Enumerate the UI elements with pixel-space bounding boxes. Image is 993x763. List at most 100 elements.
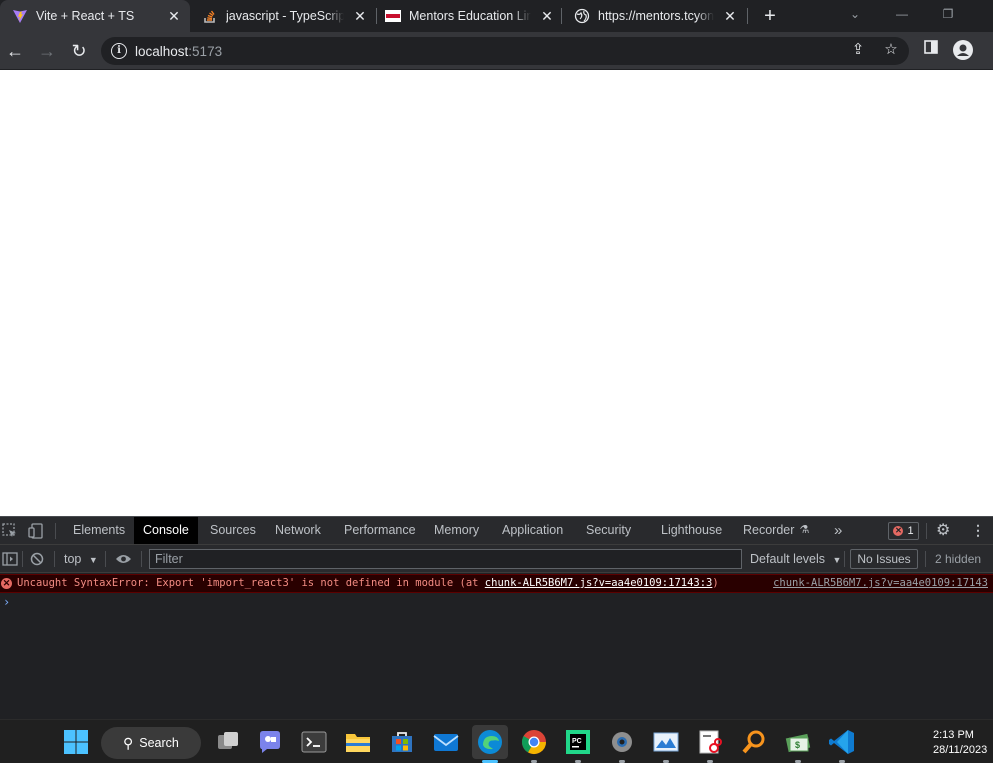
tab-title: javascript - TypeScript error in bbox=[226, 9, 344, 23]
device-toolbar-icon[interactable] bbox=[28, 523, 44, 539]
dropdown-triangle-icon: ▼ bbox=[832, 555, 842, 565]
hidden-messages-count: 2 hidden bbox=[935, 552, 982, 566]
devtools-panel: Elements Console Sources Network Perform… bbox=[0, 516, 993, 719]
mail-icon[interactable] bbox=[432, 728, 460, 756]
edge-icon[interactable] bbox=[472, 725, 508, 759]
devtools-tab-memory[interactable]: Memory bbox=[425, 517, 488, 544]
error-count-badge[interactable]: ✕ 1 bbox=[888, 522, 919, 540]
experiment-flask-icon: ⚗ bbox=[799, 524, 810, 536]
more-tabs-chevron-icon[interactable]: » bbox=[825, 517, 851, 544]
close-tab-icon[interactable]: ✕ bbox=[166, 8, 182, 24]
issues-button[interactable]: No Issues bbox=[850, 549, 918, 569]
stackoverflow-icon bbox=[202, 8, 218, 24]
profile-avatar-icon[interactable] bbox=[953, 40, 973, 60]
devtools-tab-lighthouse[interactable]: Lighthouse bbox=[652, 517, 731, 544]
toolbar-divider bbox=[105, 551, 106, 567]
tab-vite-react-ts[interactable]: Vite + React + TS ✕ bbox=[0, 0, 190, 32]
taskbar-search[interactable]: ⚲ Search bbox=[101, 727, 201, 759]
live-expression-eye-icon[interactable] bbox=[115, 545, 132, 573]
console-toolbar: top ▼ Filter Default levels ▼ No Issues … bbox=[0, 545, 993, 573]
inspect-element-icon[interactable] bbox=[2, 523, 18, 539]
browser-toolbar: ← → ↻ i localhost:5173 ⇪ ☆ bbox=[0, 32, 993, 70]
error-message-text: Uncaught SyntaxError: Export 'import_rea… bbox=[17, 577, 485, 589]
devtools-tab-bar: Elements Console Sources Network Perform… bbox=[0, 517, 993, 545]
tab-tcyonline[interactable]: https://mentors.tcyonline.com ✕ bbox=[562, 0, 746, 32]
pycharm-icon[interactable]: PC bbox=[564, 728, 592, 756]
settings-gear-icon[interactable]: ⚙ bbox=[927, 517, 959, 544]
forward-arrow-icon[interactable]: → bbox=[35, 39, 59, 63]
toolbar-divider bbox=[925, 551, 926, 567]
dropdown-triangle-icon: ▼ bbox=[88, 555, 98, 565]
error-source-link[interactable]: chunk-ALR5B6M7.js?v=aa4e0109:17143 bbox=[773, 575, 988, 592]
snipping-tool-icon[interactable] bbox=[696, 728, 724, 756]
log-levels-dropdown[interactable]: Default levels ▼ bbox=[750, 545, 841, 573]
vscode-icon[interactable] bbox=[828, 728, 856, 756]
start-icon[interactable] bbox=[62, 728, 90, 756]
system-clock[interactable]: 2:13 PM 28/11/2023 bbox=[933, 728, 993, 758]
clear-console-icon[interactable] bbox=[30, 545, 44, 573]
reload-icon[interactable]: ↻ bbox=[67, 39, 91, 63]
context-selector[interactable]: top ▼ bbox=[64, 545, 98, 573]
address-bar[interactable]: i localhost:5173 bbox=[101, 37, 909, 65]
search-icon: ⚲ bbox=[123, 734, 134, 751]
chat-icon[interactable] bbox=[256, 728, 284, 756]
error-count: 1 bbox=[907, 525, 914, 537]
kebab-menu-icon[interactable]: ⋮ bbox=[962, 517, 993, 544]
devtools-tab-application[interactable]: Application bbox=[493, 517, 572, 544]
clock-time: 2:13 PM bbox=[933, 729, 974, 741]
chrome-icon[interactable] bbox=[520, 728, 548, 756]
minimize-icon[interactable]: — bbox=[890, 4, 914, 24]
close-tab-icon[interactable]: ✕ bbox=[539, 8, 555, 24]
globe-icon bbox=[574, 8, 590, 24]
new-tab-button[interactable]: + bbox=[760, 6, 780, 26]
toolbar-divider bbox=[22, 551, 23, 567]
devtools-tab-performance[interactable]: Performance bbox=[335, 517, 425, 544]
recorder-label: Recorder bbox=[743, 523, 795, 537]
toolbar-divider bbox=[55, 523, 56, 539]
tab-search-chevron-icon[interactable]: ⌄ bbox=[843, 4, 867, 24]
share-icon[interactable]: ⇪ bbox=[848, 40, 868, 60]
file-explorer-icon[interactable] bbox=[344, 728, 372, 756]
console-sidebar-toggle-icon[interactable] bbox=[2, 545, 18, 573]
address-host: localhost bbox=[135, 43, 189, 59]
side-panel-icon[interactable] bbox=[921, 40, 941, 60]
devtools-tab-console[interactable]: Console bbox=[134, 517, 198, 544]
tab-title: https://mentors.tcyonline.com bbox=[598, 9, 714, 23]
toolbar-divider bbox=[844, 551, 845, 567]
photos-icon[interactable] bbox=[652, 728, 680, 756]
error-circle-icon: ✕ bbox=[893, 526, 904, 536]
error-message-close: ) bbox=[712, 577, 719, 589]
search-tool-icon[interactable] bbox=[740, 728, 768, 756]
taskbar-search-label: Search bbox=[139, 736, 179, 750]
address-port: :5173 bbox=[188, 43, 223, 59]
bookmark-star-icon[interactable]: ☆ bbox=[881, 40, 901, 60]
mentors-logo-icon bbox=[385, 8, 401, 24]
devtools-tab-security[interactable]: Security bbox=[577, 517, 640, 544]
error-location-link[interactable]: chunk-ALR5B6M7.js?v=aa4e0109:17143:3 bbox=[485, 577, 713, 589]
devtools-tab-sources[interactable]: Sources bbox=[201, 517, 265, 544]
close-tab-icon[interactable]: ✕ bbox=[352, 8, 368, 24]
error-text: Uncaught SyntaxError: Export 'import_rea… bbox=[17, 575, 719, 592]
tab-title: Mentors Education Limited bbox=[409, 9, 531, 23]
site-info-icon[interactable]: i bbox=[111, 43, 127, 59]
settings-icon[interactable] bbox=[608, 728, 636, 756]
devtools-tab-recorder[interactable]: Recorder ⚗ bbox=[734, 517, 818, 544]
error-x-icon: ✕ bbox=[1, 578, 12, 589]
close-tab-icon[interactable]: ✕ bbox=[722, 8, 738, 24]
restore-icon[interactable]: ❐ bbox=[936, 4, 960, 24]
context-label: top bbox=[64, 552, 82, 566]
money-app-icon[interactable]: $ bbox=[784, 728, 812, 756]
tab-mentors-education[interactable]: Mentors Education Limited ✕ bbox=[373, 0, 563, 32]
terminal-icon[interactable] bbox=[300, 728, 328, 756]
console-prompt[interactable]: › bbox=[3, 595, 10, 609]
devtools-tab-network[interactable]: Network bbox=[266, 517, 330, 544]
clock-date: 28/11/2023 bbox=[933, 744, 988, 756]
devtools-tab-elements[interactable]: Elements bbox=[64, 517, 134, 544]
microsoft-store-icon[interactable] bbox=[388, 728, 416, 756]
task-view-icon[interactable] bbox=[214, 728, 242, 756]
console-error-message: ✕ Uncaught SyntaxError: Export 'import_r… bbox=[0, 574, 993, 593]
console-filter-input[interactable]: Filter bbox=[149, 549, 742, 569]
tab-stackoverflow[interactable]: javascript - TypeScript error in ✕ bbox=[190, 0, 376, 32]
windows-taskbar: ⚲ Search PC $ 2:13 PM 28/11/2023 bbox=[0, 719, 993, 763]
back-arrow-icon[interactable]: ← bbox=[3, 39, 27, 63]
